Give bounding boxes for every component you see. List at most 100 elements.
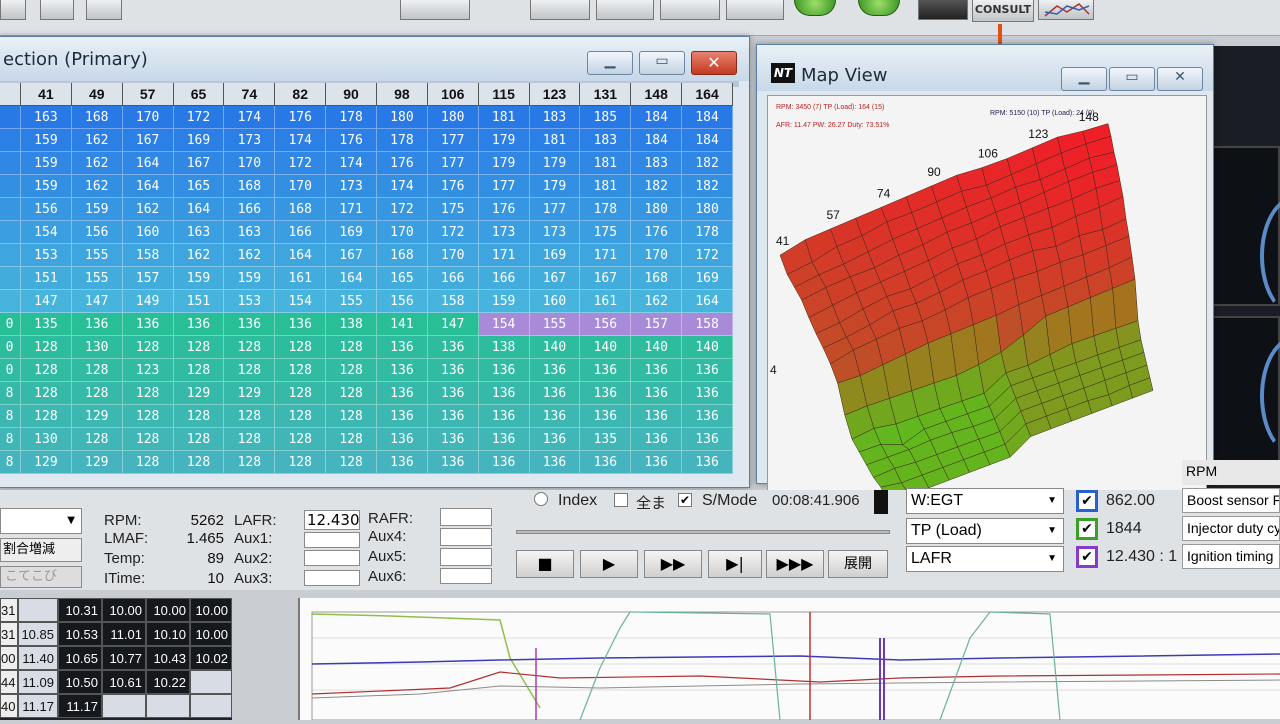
grid-row-header[interactable] (0, 129, 21, 152)
grid-cell[interactable]: 128 (326, 405, 377, 428)
grid-row-header[interactable] (0, 290, 21, 313)
grid-cell[interactable]: 136 (580, 382, 632, 405)
grid-cell[interactable]: 136 (377, 428, 428, 451)
grid-cell[interactable]: 176 (377, 152, 428, 175)
grid-cell[interactable]: 156 (21, 198, 72, 221)
toolbar-button[interactable] (40, 0, 74, 20)
grid-column-header[interactable]: 123 (529, 83, 581, 106)
afr-table-cell[interactable]: 00 (0, 646, 18, 670)
afr-table-cell[interactable]: 10.85 (18, 622, 58, 646)
grid-cell[interactable]: 176 (275, 106, 327, 129)
afr-table-cell[interactable]: 10.77 (102, 646, 146, 670)
grid-cell[interactable]: 123 (122, 359, 174, 382)
grid-cell[interactable]: 164 (122, 175, 174, 198)
afr-table-cell[interactable]: 10.31 (58, 598, 102, 622)
grid-cell[interactable]: 184 (682, 106, 733, 129)
grid-cell[interactable]: 174 (377, 175, 428, 198)
grid-column-header[interactable]: 98 (377, 83, 428, 106)
grid-cell[interactable]: 166 (224, 198, 276, 221)
grid-cell[interactable]: 156 (71, 221, 123, 244)
grid-cell[interactable]: 154 (478, 313, 530, 336)
grid-row-header[interactable] (0, 175, 21, 198)
grid-cell[interactable]: 164 (122, 152, 174, 175)
grid-cell[interactable]: 136 (427, 405, 479, 428)
grid-cell[interactable]: 136 (377, 359, 428, 382)
grid-cell[interactable]: 176 (427, 175, 479, 198)
grid-cell[interactable]: 183 (580, 129, 632, 152)
grid-cell[interactable]: 136 (631, 359, 683, 382)
grid-cell[interactable]: 157 (631, 313, 683, 336)
grid-cell[interactable]: 136 (682, 382, 733, 405)
afr-table-cell[interactable]: 11.17 (58, 694, 102, 718)
grid-cell[interactable]: 128 (21, 336, 72, 359)
afr-table-cell[interactable] (102, 694, 146, 718)
grid-cell[interactable]: 135 (21, 313, 72, 336)
grid-cell[interactable]: 136 (377, 405, 428, 428)
grid-row-header[interactable]: 8 (0, 382, 21, 405)
afr-table-cell[interactable]: 11.17 (18, 694, 58, 718)
grid-cell[interactable]: 140 (529, 336, 581, 359)
grid-cell[interactable]: 182 (631, 175, 683, 198)
grid-cell[interactable]: 128 (326, 428, 377, 451)
mode-dropdown[interactable]: ▼ (0, 508, 82, 534)
grid-cell[interactable]: 136 (682, 428, 733, 451)
minimize-button[interactable]: ▁ (587, 51, 633, 75)
grid-cell[interactable]: 181 (529, 129, 581, 152)
afr-table-cell[interactable]: 44 (0, 670, 18, 694)
map-window-titlebar[interactable]: NT Map View ▁ ▭ ✕ (757, 45, 1213, 91)
grid-cell[interactable]: 136 (529, 428, 581, 451)
grid-cell[interactable]: 166 (478, 267, 530, 290)
grid-cell[interactable]: 177 (478, 175, 530, 198)
grid-cell[interactable]: 162 (122, 198, 174, 221)
afr-table-cell[interactable]: 10.00 (190, 622, 232, 646)
grid-cell[interactable]: 136 (682, 359, 733, 382)
grid-cell[interactable]: 155 (529, 313, 581, 336)
toolbar-button[interactable] (86, 0, 122, 20)
grid-cell[interactable]: 177 (427, 152, 479, 175)
consult-button[interactable]: CONSULT (972, 0, 1034, 22)
grid-cell[interactable]: 128 (173, 451, 225, 474)
afr-table-cell[interactable]: 10.00 (102, 598, 146, 622)
afr-table-cell[interactable] (190, 670, 232, 694)
grid-cell[interactable]: 163 (173, 221, 225, 244)
grid-cell[interactable]: 159 (21, 129, 72, 152)
grid-cell[interactable]: 182 (682, 152, 733, 175)
grid-cell[interactable]: 172 (682, 244, 733, 267)
grid-cell[interactable]: 171 (478, 244, 530, 267)
all-checkbox[interactable] (614, 493, 628, 507)
grid-cell[interactable]: 138 (478, 336, 530, 359)
index-radio[interactable] (534, 492, 548, 506)
grid-cell[interactable]: 168 (377, 244, 428, 267)
smode-checkbox[interactable]: ✔ (678, 493, 692, 507)
grid-cell[interactable]: 182 (682, 175, 733, 198)
grid-cell[interactable]: 184 (631, 106, 683, 129)
grid-cell[interactable]: 136 (631, 405, 683, 428)
grid-cell[interactable]: 170 (122, 106, 174, 129)
grid-cell[interactable]: 128 (224, 336, 276, 359)
grid-cell[interactable]: 130 (21, 428, 72, 451)
grid-cell[interactable]: 136 (529, 451, 581, 474)
grid-cell[interactable]: 147 (71, 290, 123, 313)
grid-cell[interactable]: 140 (580, 336, 632, 359)
grid-cell[interactable]: 136 (631, 451, 683, 474)
grid-cell[interactable]: 138 (326, 313, 377, 336)
grid-cell[interactable]: 128 (122, 451, 174, 474)
grid-cell[interactable]: 176 (631, 221, 683, 244)
grid-cell[interactable]: 180 (682, 198, 733, 221)
grid-cell[interactable]: 128 (173, 405, 225, 428)
grid-cell[interactable]: 136 (427, 359, 479, 382)
afr-table-cell[interactable]: 40 (0, 694, 18, 718)
grid-row-header[interactable] (0, 106, 21, 129)
grid-cell[interactable]: 162 (71, 129, 123, 152)
grid-cell[interactable]: 167 (122, 129, 174, 152)
grid-cell[interactable]: 128 (326, 359, 377, 382)
grid-cell[interactable]: 162 (71, 175, 123, 198)
grid-cell[interactable]: 179 (529, 152, 581, 175)
grid-cell[interactable]: 164 (173, 198, 225, 221)
grid-cell[interactable]: 170 (631, 244, 683, 267)
grid-column-header[interactable]: 65 (173, 83, 225, 106)
grid-cell[interactable]: 128 (173, 428, 225, 451)
grid-row-header[interactable]: 0 (0, 313, 21, 336)
afr-table-cell[interactable] (146, 694, 190, 718)
grid-cell[interactable]: 128 (21, 382, 72, 405)
